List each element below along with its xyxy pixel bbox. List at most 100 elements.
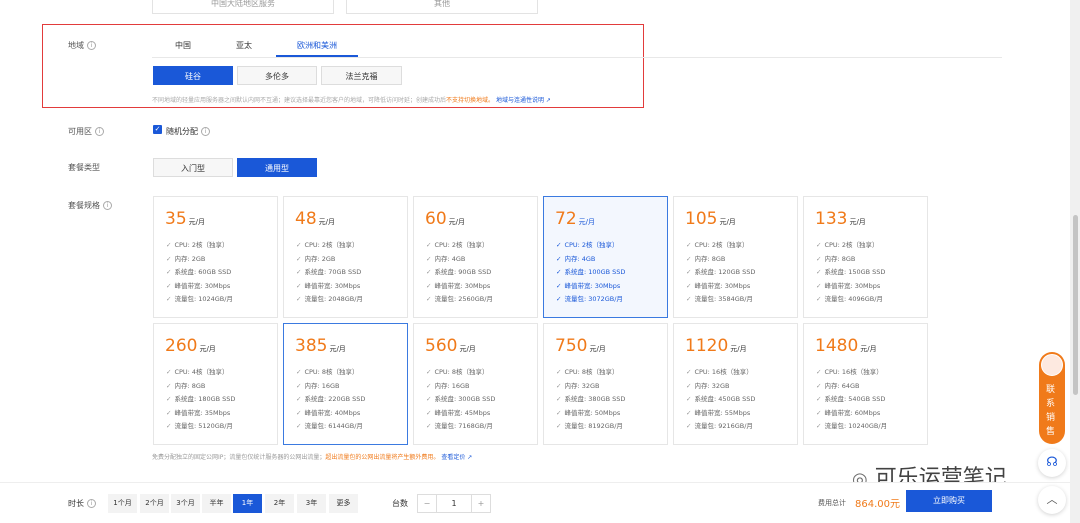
- duration-option[interactable]: 半年: [202, 494, 231, 513]
- check-icon: ✓: [166, 241, 172, 249]
- check-icon: ✓: [556, 422, 562, 430]
- plan-card[interactable]: 60 元/月 ✓ CPU: 2核（独享） ✓ 内存: 4GB ✓ 系统盘: 90GB SSD ✓…: [413, 196, 538, 318]
- duration-option[interactable]: 1年: [233, 494, 262, 513]
- plan-spec-text: 峰值带宽: 30Mbps: [174, 281, 231, 290]
- check-icon: ✓: [686, 295, 692, 303]
- city-button-frankfurt[interactable]: 法兰克福: [321, 66, 402, 85]
- check-icon: ✓: [816, 295, 822, 303]
- customer-service-button[interactable]: ☊: [1038, 449, 1066, 477]
- plan-price-unit: 元/月: [719, 218, 736, 226]
- check-icon: ✓: [426, 241, 432, 249]
- tab-asia-pacific[interactable]: 亚太: [236, 40, 252, 51]
- duration-option[interactable]: 1个月: [108, 494, 137, 513]
- plan-card[interactable]: 260 元/月 ✓ CPU: 4核（独享） ✓ 内存: 8GB ✓ 系统盘: 180GB SS…: [153, 323, 278, 445]
- plan-card[interactable]: 35 元/月 ✓ CPU: 2核（独享） ✓ 内存: 2GB ✓ 系统盘: 60GB SSD ✓…: [153, 196, 278, 318]
- plan-card[interactable]: 72 元/月 ✓ CPU: 2核（独享） ✓ 内存: 4GB ✓ 系统盘: 100GB SSD…: [543, 196, 668, 318]
- help-icon[interactable]: i: [201, 127, 210, 136]
- plan-spec-text: 流量包: 3072GB/月: [564, 295, 623, 303]
- plan-spec-mem: ✓ 内存: 64GB: [816, 380, 859, 390]
- back-to-top-button[interactable]: ︿: [1038, 486, 1066, 514]
- top-card-1[interactable]: 中国大陆地区服务: [152, 0, 334, 14]
- check-icon: ✓: [296, 254, 302, 263]
- plan-spec-text: 系统盘: 70GB SSD: [304, 268, 362, 276]
- tab-china[interactable]: 中国: [175, 40, 191, 51]
- plan-spec-text: 内存: 2GB: [174, 254, 206, 263]
- plan-spec-text: 流量包: 6144GB/月: [304, 422, 363, 430]
- external-link-icon[interactable]: ↗: [467, 454, 472, 461]
- quantity-input[interactable]: 1: [436, 494, 472, 513]
- external-link-icon[interactable]: ↗: [546, 97, 551, 104]
- check-icon: ✓: [426, 422, 432, 430]
- plan-spec-text: 系统盘: 180GB SSD: [174, 395, 236, 403]
- city-label: 硅谷: [185, 72, 201, 81]
- plan-type-label: 入门型: [181, 164, 205, 173]
- contact-sales-char: 联: [1046, 385, 1056, 395]
- tab-asia-pacific-label: 亚太: [236, 41, 252, 50]
- plan-card[interactable]: 133 元/月 ✓ CPU: 2核（独享） ✓ 内存: 8GB ✓ 系统盘: 150GB SS…: [803, 196, 928, 318]
- duration-option[interactable]: 2年: [265, 494, 294, 513]
- plan-type-entry[interactable]: 入门型: [153, 158, 233, 177]
- region-connectivity-link[interactable]: 地域与连通性说明: [496, 97, 544, 104]
- city-button-silicon-valley[interactable]: 硅谷: [153, 66, 233, 85]
- check-icon: ✓: [296, 241, 302, 249]
- plan-price-value: 385: [295, 336, 328, 356]
- plan-spec-text: CPU: 8核（独享）: [434, 368, 489, 376]
- plan-spec-traffic: ✓ 流量包: 8192GB/月: [556, 420, 623, 430]
- plan-card[interactable]: 1480 元/月 ✓ CPU: 16核（独享） ✓ 内存: 64GB ✓ 系统盘: 540GB…: [803, 323, 928, 445]
- plan-spec-mem: ✓ 内存: 8GB: [166, 380, 205, 390]
- plan-card[interactable]: 560 元/月 ✓ CPU: 8核（独享） ✓ 内存: 16GB ✓ 系统盘: 300GB S…: [413, 323, 538, 445]
- plan-spec-bw: ✓ 峰值带宽: 30Mbps: [556, 280, 620, 290]
- plan-price: 60 元/月: [425, 209, 465, 229]
- plan-spec-mem: ✓ 内存: 8GB: [816, 253, 855, 263]
- tab-europe-americas[interactable]: 欧洲和美洲: [297, 40, 337, 51]
- plan-spec-text: 系统盘: 90GB SSD: [434, 268, 492, 276]
- plan-spec-text: CPU: 2核（独享）: [694, 241, 749, 249]
- plan-spec-text: CPU: 2核（独享）: [564, 241, 619, 249]
- quantity-plus-button[interactable]: +: [471, 494, 491, 513]
- help-icon[interactable]: i: [95, 127, 104, 136]
- buy-now-label: 立即购买: [933, 496, 965, 505]
- plan-spec-text: CPU: 4核（独享）: [174, 368, 229, 376]
- plan-spec-text: 峰值带宽: 45Mbps: [434, 408, 491, 417]
- check-icon: ✓: [296, 381, 302, 390]
- plan-price-unit: 元/月: [188, 218, 205, 226]
- view-pricing-link[interactable]: 查看定价: [441, 454, 465, 461]
- duration-option[interactable]: 3年: [297, 494, 326, 513]
- random-zone-label: 随机分配 i: [166, 126, 210, 137]
- plan-card[interactable]: 105 元/月 ✓ CPU: 2核（独享） ✓ 内存: 8GB ✓ 系统盘: 120GB SS…: [673, 196, 798, 318]
- plan-spec-text: 内存: 16GB: [434, 381, 470, 390]
- plan-card[interactable]: 1120 元/月 ✓ CPU: 16核（独享） ✓ 内存: 32GB ✓ 系统盘: 450GB…: [673, 323, 798, 445]
- check-icon: ✓: [426, 368, 432, 376]
- plan-spec-label: 套餐规格 i: [68, 200, 112, 211]
- zone-label-text: 可用区: [68, 127, 92, 136]
- plan-type-label-text: 套餐类型: [68, 163, 100, 172]
- duration-option[interactable]: 更多: [329, 494, 358, 513]
- random-zone-checkbox[interactable]: ✓: [153, 125, 162, 134]
- plan-card[interactable]: 48 元/月 ✓ CPU: 2核（独享） ✓ 内存: 2GB ✓ 系统盘: 70GB SSD ✓…: [283, 196, 408, 318]
- plan-price: 260 元/月: [165, 336, 216, 356]
- plan-spec-bw: ✓ 峰值带宽: 30Mbps: [166, 280, 230, 290]
- top-card-2[interactable]: 其他: [346, 0, 538, 14]
- plan-type-general[interactable]: 通用型: [237, 158, 317, 177]
- check-icon: ✓: [686, 368, 692, 376]
- plan-card[interactable]: 750 元/月 ✓ CPU: 8核（独享） ✓ 内存: 32GB ✓ 系统盘: 380GB S…: [543, 323, 668, 445]
- plan-price-unit: 元/月: [318, 218, 335, 226]
- help-icon[interactable]: i: [87, 499, 96, 508]
- plan-spec-cpu: ✓ CPU: 2核（独享）: [686, 239, 749, 249]
- plan-spec-cpu: ✓ CPU: 2核（独享）: [426, 239, 489, 249]
- city-button-toronto[interactable]: 多伦多: [237, 66, 317, 85]
- quantity-minus-button[interactable]: −: [417, 494, 437, 513]
- scrollbar-thumb[interactable]: [1073, 215, 1078, 395]
- plan-card[interactable]: 385 元/月 ✓ CPU: 8核（独享） ✓ 内存: 16GB ✓ 系统盘: 220GB S…: [283, 323, 408, 445]
- check-icon: ✓: [556, 381, 562, 390]
- check-icon: ✓: [816, 268, 822, 276]
- help-icon[interactable]: i: [103, 201, 112, 210]
- buy-now-button[interactable]: 立即购买: [906, 490, 992, 512]
- plan-spec-bw: ✓ 峰值带宽: 30Mbps: [816, 280, 880, 290]
- plan-spec-traffic: ✓ 流量包: 2048GB/月: [296, 293, 363, 303]
- quantity-label: 台数: [392, 499, 408, 508]
- check-icon: ✓: [166, 295, 172, 303]
- duration-label-text: 时长: [68, 499, 84, 508]
- duration-option[interactable]: 3个月: [171, 494, 200, 513]
- duration-option[interactable]: 2个月: [140, 494, 169, 513]
